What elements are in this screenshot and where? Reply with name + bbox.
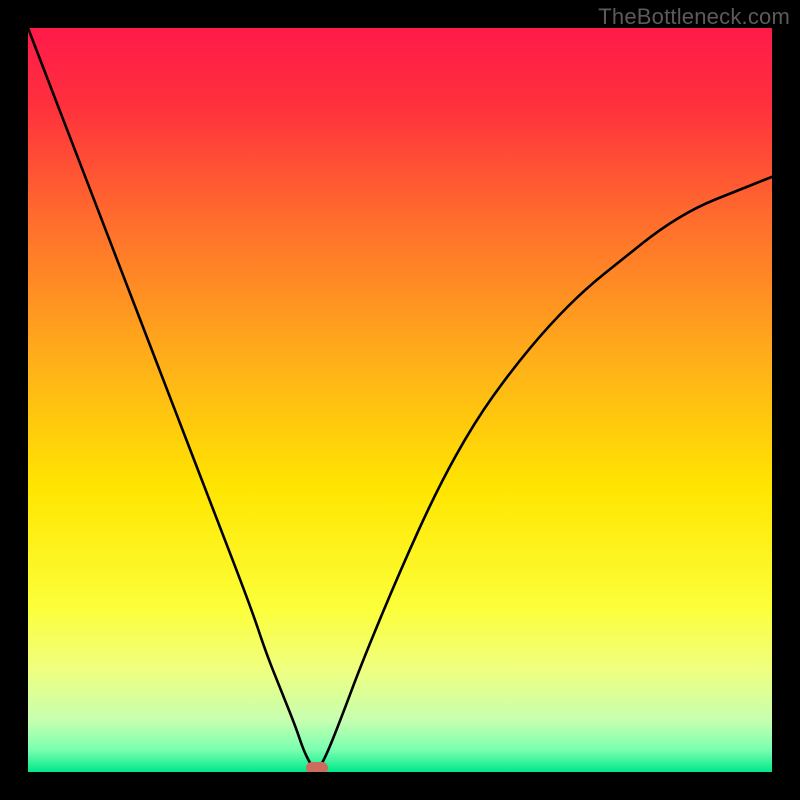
optimal-marker <box>306 762 328 772</box>
watermark-text: TheBottleneck.com <box>598 4 790 30</box>
chart-frame: TheBottleneck.com <box>0 0 800 800</box>
plot-area <box>28 28 772 772</box>
bottleneck-curve <box>28 28 772 772</box>
